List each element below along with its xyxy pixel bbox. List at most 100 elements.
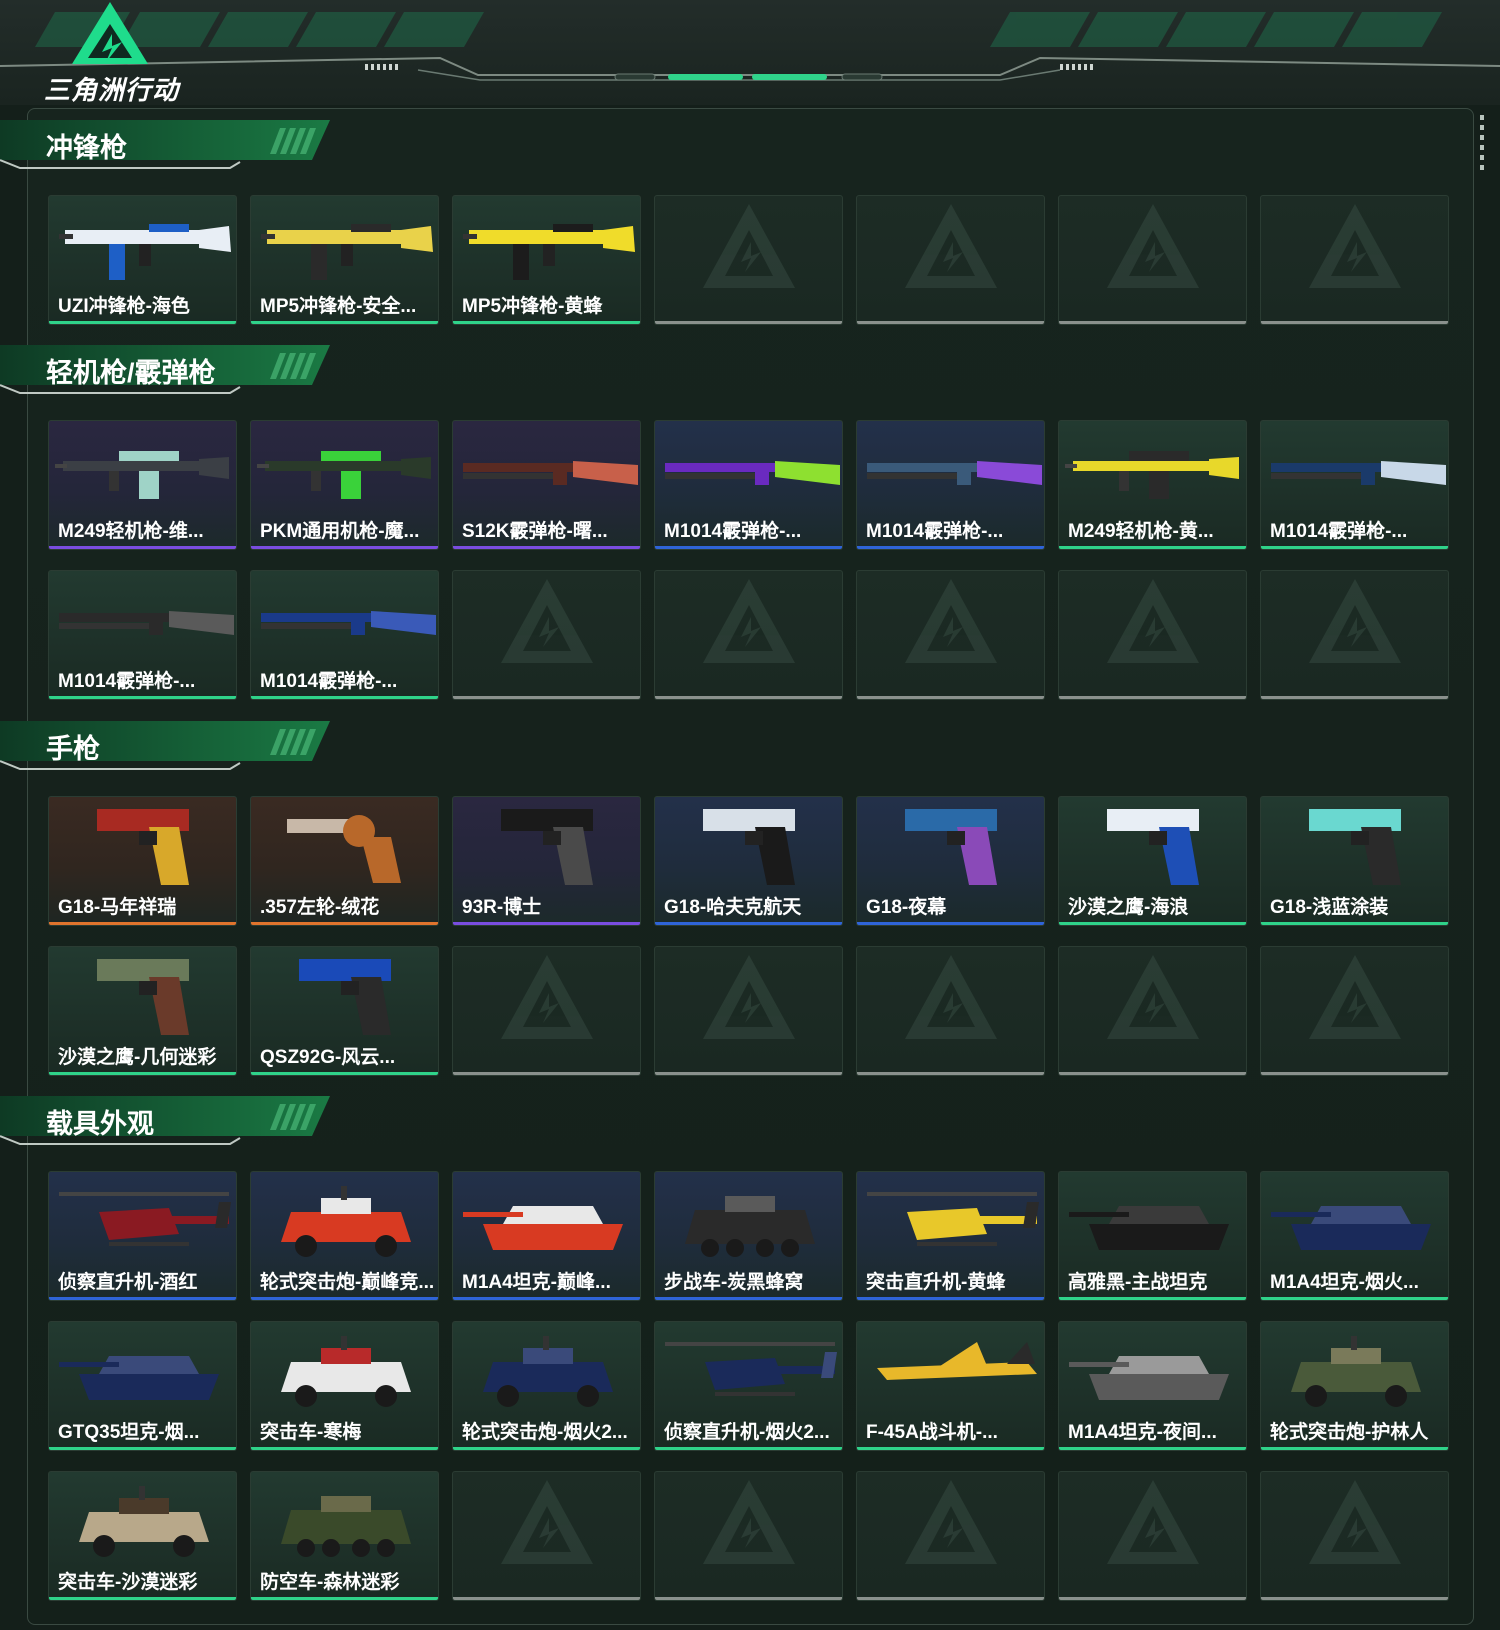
skin-card[interactable]: MP5冲锋枪-黄蜂 xyxy=(452,195,641,325)
shotgun-icon xyxy=(463,461,638,485)
empty-bar xyxy=(655,696,842,699)
skin-image xyxy=(463,1206,623,1250)
rarity-bar xyxy=(453,1297,640,1300)
skin-card[interactable]: M1A4坦克-巅峰... xyxy=(452,1171,641,1301)
skin-card[interactable]: MP5冲锋枪-安全... xyxy=(250,195,439,325)
rarity-bar xyxy=(1261,1447,1448,1450)
skin-card[interactable]: 高雅黑-主战坦克 xyxy=(1058,1171,1247,1301)
rarity-bar xyxy=(453,546,640,549)
skin-card[interactable]: 沙漠之鹰-几何迷彩 xyxy=(48,946,237,1076)
rarity-bar xyxy=(1059,1297,1246,1300)
pistol-icon xyxy=(501,809,593,885)
skin-image xyxy=(1069,1356,1229,1400)
rarity-bar xyxy=(1059,922,1246,925)
skin-card[interactable]: G18-马年祥瑞 xyxy=(48,796,237,926)
skin-card[interactable]: M249轻机枪-黄... xyxy=(1058,420,1247,550)
empty-slot xyxy=(1260,946,1449,1076)
skin-card[interactable]: M1014霰弹枪-... xyxy=(856,420,1045,550)
smg-icon xyxy=(463,224,635,280)
empty-slot xyxy=(654,195,843,325)
empty-slot xyxy=(654,1471,843,1601)
tank-icon xyxy=(1069,1356,1229,1400)
empty-bar xyxy=(1261,1072,1448,1075)
empty-bar xyxy=(1261,696,1448,699)
skin-name: 突击车-寒梅 xyxy=(260,1422,362,1443)
shotgun-icon xyxy=(1271,461,1446,485)
pistol-icon xyxy=(97,809,189,885)
skin-card[interactable]: GTQ35坦克-烟... xyxy=(48,1321,237,1451)
skin-card[interactable]: G18-哈夫克航天 xyxy=(654,796,843,926)
skin-image xyxy=(703,809,795,885)
skin-name: M1014霰弹枪-... xyxy=(260,671,398,692)
skin-name: M1014霰弹枪-... xyxy=(58,671,196,692)
skin-name: MP5冲锋枪-安全... xyxy=(260,296,417,317)
skin-card[interactable]: M1014霰弹枪-... xyxy=(1260,420,1449,550)
tank-icon xyxy=(59,1356,219,1400)
skin-card[interactable]: 轮式突击炮-烟火2... xyxy=(452,1321,641,1451)
skin-name: F-45A战斗机-... xyxy=(866,1422,998,1443)
skin-card[interactable]: UZI冲锋枪-海色 xyxy=(48,195,237,325)
empty-slot-art xyxy=(1309,204,1401,288)
pistol-icon xyxy=(703,809,795,885)
skin-card[interactable]: M1A4坦克-夜间... xyxy=(1058,1321,1247,1451)
delta-watermark-icon xyxy=(703,204,795,288)
empty-slot-art xyxy=(501,1480,593,1564)
skin-card[interactable]: M1014霰弹枪-... xyxy=(250,570,439,700)
skin-card[interactable]: M249轻机枪-维... xyxy=(48,420,237,550)
skin-image xyxy=(483,1336,613,1407)
skin-card[interactable]: PKM通用机枪-魔... xyxy=(250,420,439,550)
skin-name: 侦察直升机-烟火2... xyxy=(664,1422,830,1443)
skin-card[interactable]: 突击车-寒梅 xyxy=(250,1321,439,1451)
skin-card[interactable]: 轮式突击炮-巅峰竞... xyxy=(250,1171,439,1301)
empty-slot-art xyxy=(1107,955,1199,1039)
delta-watermark-icon xyxy=(501,1480,593,1564)
empty-slot xyxy=(856,570,1045,700)
rarity-bar xyxy=(857,1297,1044,1300)
skin-image xyxy=(59,1356,219,1400)
helicopter-icon xyxy=(867,1192,1039,1246)
scrollbar[interactable] xyxy=(1480,115,1484,175)
empty-bar xyxy=(857,1597,1044,1600)
skin-image xyxy=(299,959,391,1035)
rarity-bar xyxy=(1261,546,1448,549)
skin-image xyxy=(97,809,189,885)
section-header: 手枪 xyxy=(0,719,330,773)
rarity-bar xyxy=(251,1597,438,1600)
empty-slot xyxy=(452,570,641,700)
shotgun-icon xyxy=(665,461,840,485)
aa-vehicle-icon xyxy=(281,1496,411,1557)
skin-card[interactable]: G18-浅蓝涂装 xyxy=(1260,796,1449,926)
rarity-bar xyxy=(49,1597,236,1600)
skin-card[interactable]: M1014霰弹枪-... xyxy=(654,420,843,550)
armored-car-icon xyxy=(1291,1336,1421,1407)
skin-image xyxy=(1065,451,1239,499)
skin-card[interactable]: 沙漠之鹰-海浪 xyxy=(1058,796,1247,926)
skin-card[interactable]: G18-夜幕 xyxy=(856,796,1045,926)
delta-watermark-icon xyxy=(905,579,997,663)
skin-image xyxy=(59,611,234,635)
rarity-bar xyxy=(251,1297,438,1300)
empty-slot-art xyxy=(1107,579,1199,663)
skin-card[interactable]: QSZ92G-风云... xyxy=(250,946,439,1076)
skin-image xyxy=(1309,809,1401,885)
rarity-bar xyxy=(655,546,842,549)
skin-card[interactable]: F-45A战斗机-... xyxy=(856,1321,1045,1451)
skin-card[interactable]: M1A4坦克-烟火... xyxy=(1260,1171,1449,1301)
rarity-bar xyxy=(251,922,438,925)
skin-card[interactable]: 突击直升机-黄蜂 xyxy=(856,1171,1045,1301)
delta-watermark-icon xyxy=(1309,955,1401,1039)
skin-image xyxy=(867,461,1042,485)
skin-card[interactable]: 侦察直升机-烟火2... xyxy=(654,1321,843,1451)
skin-card[interactable]: 防空车-森林迷彩 xyxy=(250,1471,439,1601)
skin-card[interactable]: .357左轮-绒花 xyxy=(250,796,439,926)
skin-card[interactable]: S12K霰弹枪-曙... xyxy=(452,420,641,550)
skin-card[interactable]: M1014霰弹枪-... xyxy=(48,570,237,700)
skin-card[interactable]: 轮式突击炮-护林人 xyxy=(1260,1321,1449,1451)
rarity-bar xyxy=(49,546,236,549)
skin-card[interactable]: 步战车-炭黑蜂窝 xyxy=(654,1171,843,1301)
skin-name: 步战车-炭黑蜂窝 xyxy=(664,1272,804,1293)
rarity-bar xyxy=(251,1447,438,1450)
skin-card[interactable]: 突击车-沙漠迷彩 xyxy=(48,1471,237,1601)
skin-card[interactable]: 侦察直升机-酒红 xyxy=(48,1171,237,1301)
skin-card[interactable]: 93R-博士 xyxy=(452,796,641,926)
